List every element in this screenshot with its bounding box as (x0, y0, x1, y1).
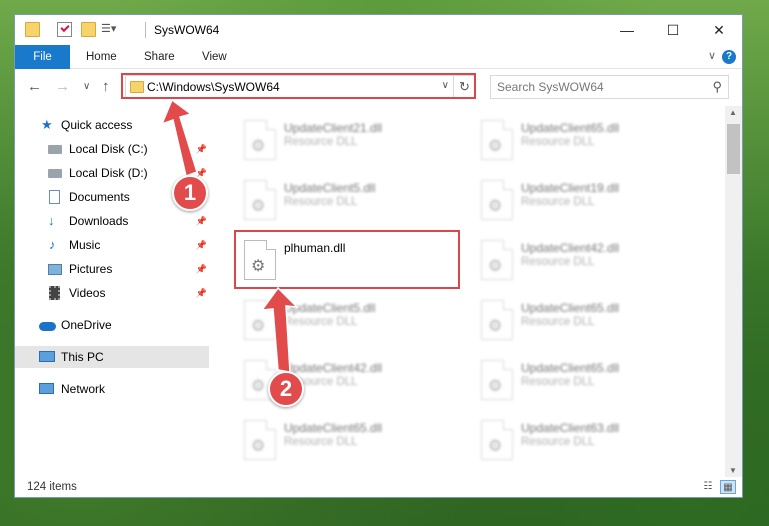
annotation-arrows (160, 98, 299, 373)
step-2-badge: 2 (268, 371, 304, 407)
arrow-1 (160, 98, 198, 177)
step-1-badge: 1 (172, 175, 208, 211)
arrow-2 (260, 286, 299, 373)
